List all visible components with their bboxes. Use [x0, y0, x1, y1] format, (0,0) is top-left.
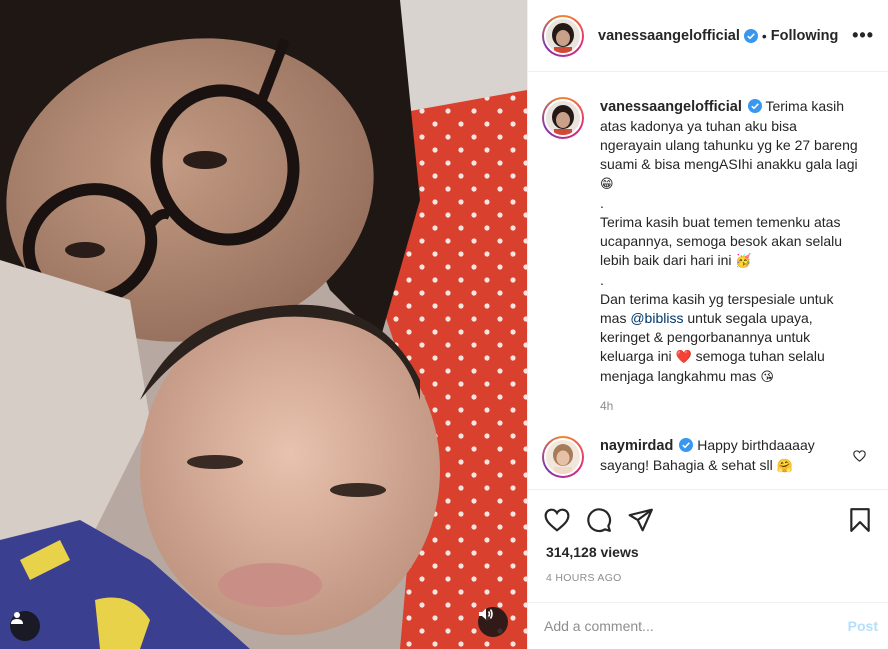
caption-username[interactable]: vanessaangelofficial [600, 99, 742, 115]
verified-badge-icon [747, 99, 762, 113]
avatar-image [546, 440, 580, 474]
caption-age[interactable]: 4h [600, 399, 862, 413]
tagged-users-button[interactable] [10, 611, 40, 641]
heart-outline-icon[interactable] [853, 450, 866, 462]
action-icons-row [528, 490, 888, 536]
post-header: vanessaangelofficial • Following ••• [528, 0, 888, 72]
post-actions: 314,128 views 4 HOURS AGO [528, 489, 888, 584]
following-button[interactable]: Following [771, 28, 839, 44]
author-avatar[interactable] [542, 14, 584, 57]
comments-section: vanessaangelofficial Terima kasih atas k… [528, 73, 888, 489]
bookmark-icon [850, 508, 870, 532]
caption-text: vanessaangelofficial Terima kasih atas k… [600, 97, 862, 387]
post-timestamp[interactable]: 4 HOURS AGO [528, 560, 888, 584]
share-button[interactable] [628, 508, 654, 532]
heart-outline-icon [544, 508, 570, 532]
speaker-icon [479, 608, 493, 620]
mute-toggle-button[interactable] [478, 607, 508, 637]
grin-emoji: 😁 [600, 177, 614, 192]
caption-dot: . [600, 272, 604, 288]
hug-emoji: 🤗 [776, 459, 793, 474]
post-media-video[interactable] [0, 0, 527, 649]
save-button[interactable] [848, 507, 872, 533]
verified-badge-icon [743, 28, 758, 43]
video-frame [0, 0, 527, 649]
verified-badge-icon [679, 438, 694, 452]
commenter-avatar[interactable] [542, 436, 584, 478]
kiss-emoji: 😘 [760, 370, 774, 385]
avatar-image [546, 101, 580, 135]
view-count[interactable]: 314,128 views [528, 536, 888, 560]
avatar-image [546, 18, 580, 53]
commenter-username[interactable]: naymirdad [600, 438, 673, 454]
comment-item: naymirdad Happy birthdaaaay sayang! Baha… [542, 436, 874, 478]
paper-plane-icon [628, 508, 653, 532]
author-username[interactable]: vanessaangelofficial [598, 28, 740, 44]
comment-text: naymirdad Happy birthdaaaay sayang! Baha… [600, 436, 862, 478]
header-separator: • [761, 27, 767, 44]
heart-emoji: ❤️ [675, 350, 692, 365]
like-button[interactable] [544, 508, 570, 532]
comment-bubble-icon [587, 508, 612, 533]
post-details-panel: vanessaangelofficial • Following ••• van… [527, 0, 888, 649]
caption-paragraph-2: Terima kasih buat temen temenku atas uca… [600, 214, 843, 268]
more-options-button[interactable]: ••• [852, 25, 874, 46]
comment-input[interactable] [544, 618, 848, 634]
caption-author-avatar[interactable] [542, 97, 584, 139]
caption: vanessaangelofficial Terima kasih atas k… [542, 97, 874, 413]
caption-dot: . [600, 195, 604, 211]
comment-button[interactable] [586, 507, 612, 533]
add-comment-bar: Post [528, 602, 888, 649]
mention-link[interactable]: @bibliss [630, 310, 683, 326]
post-comment-button[interactable]: Post [848, 618, 878, 634]
user-icon [11, 612, 23, 624]
party-emoji: 🥳 [735, 254, 752, 269]
